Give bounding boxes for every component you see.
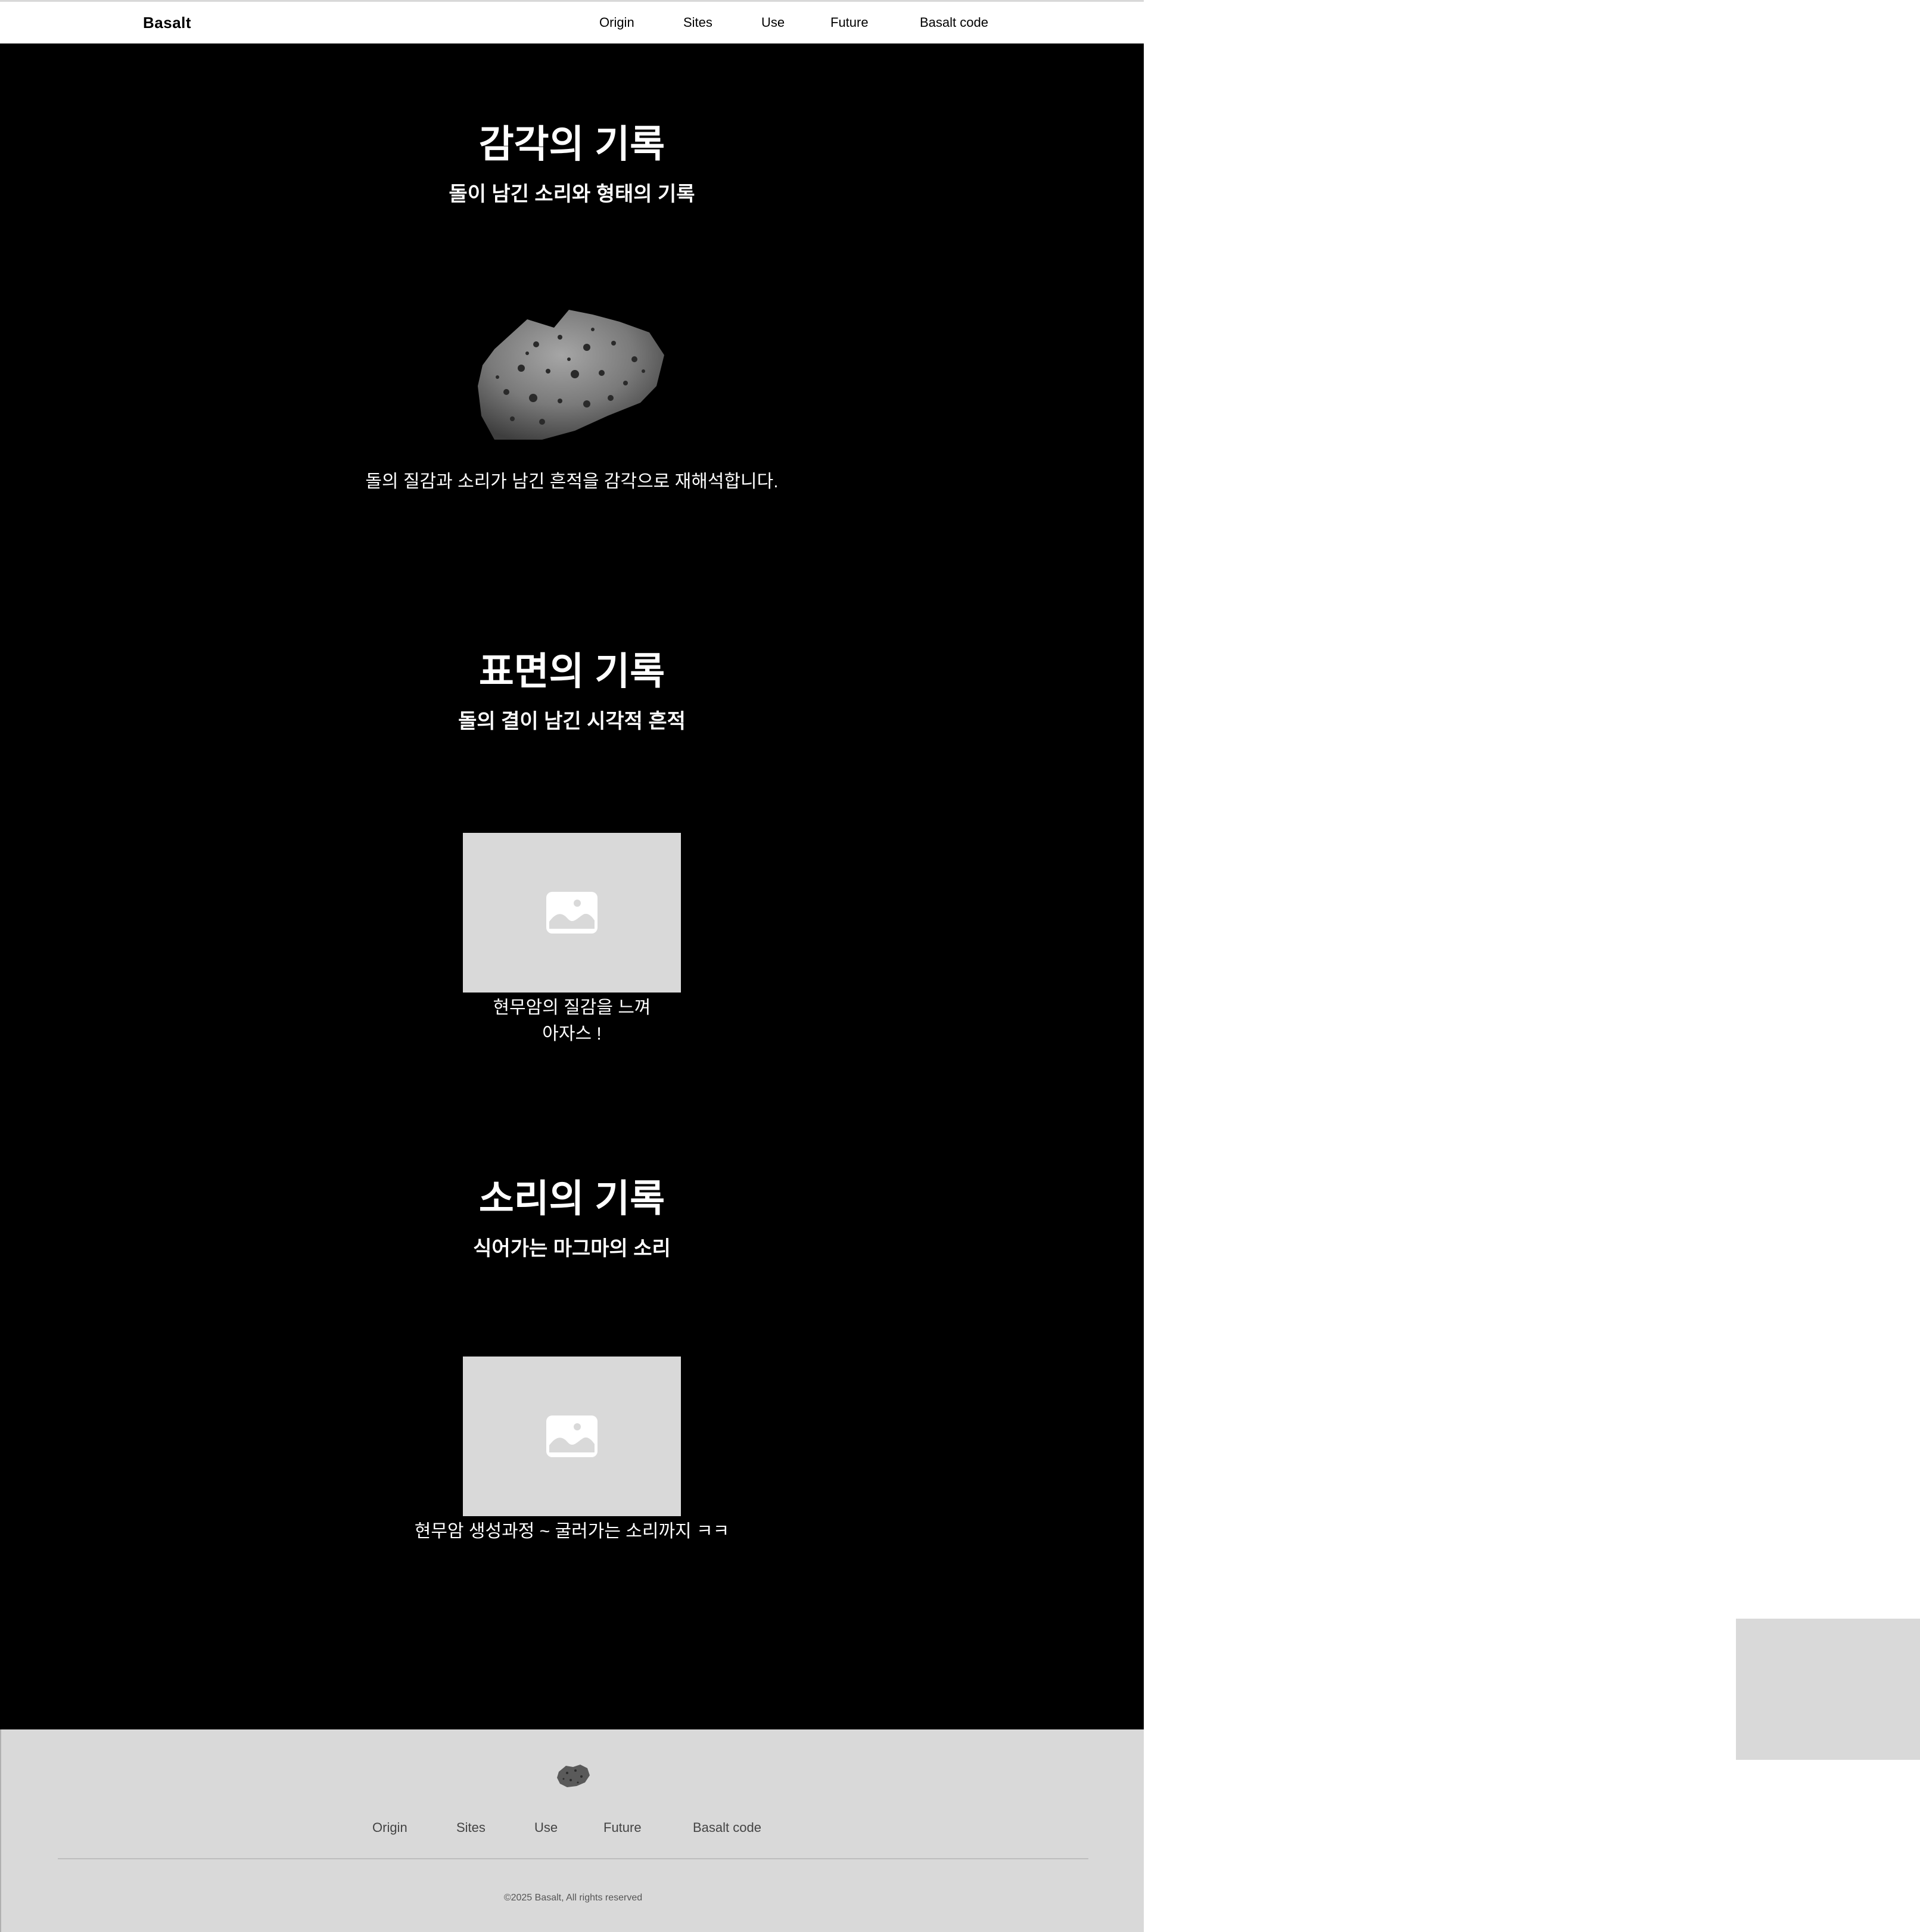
caption-line-1: 현무암의 질감을 느껴 (493, 998, 651, 1018)
main-nav: Origin Sites Use Future Basalt code (0, 15, 1144, 33)
main-content: 감각의 기록 돌이 남긴 소리와 형태의 기록 돌의 질감과 소리가 남긴 흔적… (0, 43, 1144, 1729)
section-title: 표면의 기록 (478, 650, 665, 693)
site-footer: Origin Sites Use Future Basalt code ©202… (0, 1729, 1144, 1932)
page: Basalt Origin Sites Use Future Basalt co… (0, 0, 1144, 1932)
caption-line-2: 아자스 ! (542, 1024, 602, 1044)
site-header: Basalt Origin Sites Use Future Basalt co… (0, 0, 1144, 43)
image-placeholder[interactable] (463, 1357, 681, 1516)
footer-nav-origin[interactable]: Origin (372, 1820, 407, 1835)
section-subtitle: 식어가는 마그마의 소리 (473, 1237, 671, 1260)
nav-basalt-code[interactable]: Basalt code (920, 15, 988, 30)
nav-origin[interactable]: Origin (599, 15, 634, 30)
footer-nav-future[interactable]: Future (603, 1820, 642, 1835)
section-subtitle: 돌이 남긴 소리와 형태의 기록 (449, 183, 695, 206)
footer-nav-use[interactable]: Use (534, 1820, 558, 1835)
image-placeholder-icon (546, 892, 598, 934)
image-placeholder[interactable] (463, 833, 681, 993)
section-caption: 현무암의 질감을 느껴 아자스 ! (0, 995, 1144, 1047)
nav-sites[interactable]: Sites (683, 15, 712, 30)
section-caption: 현무암 생성과정 ~ 굴러가는 소리까지 ㅋㅋ (414, 1522, 730, 1541)
section-subtitle: 돌의 결이 남긴 시각적 흔적 (458, 710, 686, 733)
image-placeholder-icon (546, 1415, 598, 1457)
section-title: 감각의 기록 (478, 123, 665, 166)
copyright: ©2025 Basalt, All rights reserved (503, 1893, 643, 1903)
section-title: 소리의 기록 (478, 1177, 665, 1220)
footer-rock-logo[interactable] (555, 1762, 591, 1788)
basalt-rock-image (471, 303, 667, 443)
floating-panel (1736, 1619, 1920, 1760)
nav-future[interactable]: Future (830, 15, 869, 30)
nav-use[interactable]: Use (761, 15, 785, 30)
section-caption: 돌의 질감과 소리가 남긴 흔적을 감각으로 재해석합니다. (365, 472, 779, 491)
footer-divider (58, 1858, 1088, 1859)
footer-nav-sites[interactable]: Sites (456, 1820, 486, 1835)
footer-nav-basalt-code[interactable]: Basalt code (693, 1820, 761, 1835)
